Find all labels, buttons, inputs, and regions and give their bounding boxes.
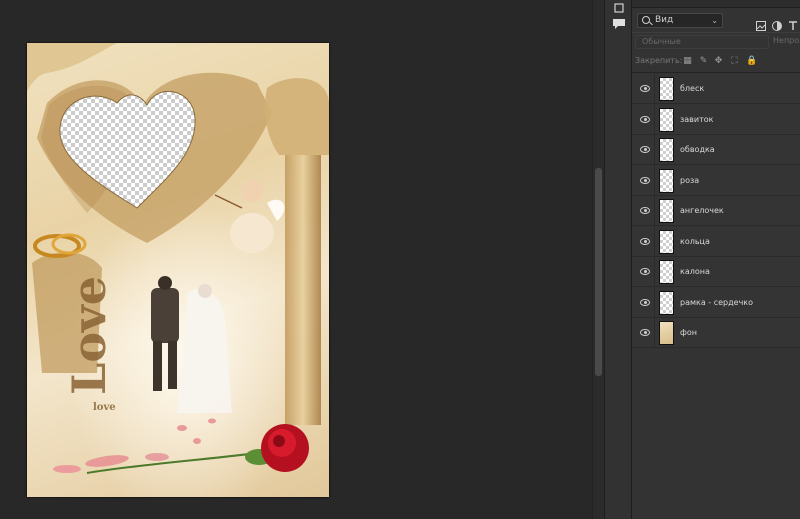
layer-name: ангелочек <box>680 206 724 215</box>
layer-thumbnail <box>659 290 674 315</box>
layer-thumbnail <box>659 229 674 254</box>
layer-filter-row: Вид ⌄ <box>632 9 800 33</box>
lock-image-pixels-icon[interactable]: ✎ <box>699 57 708 66</box>
layer-thumbnail <box>659 138 674 162</box>
visibility-eye-icon[interactable] <box>640 268 650 275</box>
layer-thumbnail <box>659 199 674 223</box>
visibility-eye-icon[interactable] <box>640 237 650 245</box>
lock-position-icon[interactable]: ✥ <box>714 57 723 66</box>
lock-label: Закрепить: <box>635 56 683 65</box>
layers-panel: Вид ⌄ Обычные Непрозр Закрепить: ▦ ✎ ✥ ⛶… <box>632 0 800 519</box>
history-icon[interactable] <box>611 2 627 16</box>
blend-mode-value: Обычные <box>642 37 681 46</box>
lock-transparent-pixels-icon[interactable]: ▦ <box>683 57 692 66</box>
filter-adjustment-icon[interactable] <box>772 21 782 31</box>
layer-list: блеск завиток обводка роза ангелочек кол… <box>632 74 800 349</box>
layer-row[interactable]: обводка <box>632 135 800 165</box>
panel-dock-column <box>604 0 632 519</box>
visibility-eye-icon[interactable] <box>640 115 650 123</box>
layer-thumbnail <box>659 168 674 193</box>
chevron-down-icon: ⌄ <box>711 16 718 25</box>
layer-name: калона <box>680 267 710 276</box>
visibility-eye-icon[interactable] <box>640 176 650 184</box>
layer-filter-value: Вид <box>655 15 674 25</box>
lock-artboard-icon[interactable]: ⛶ <box>730 57 739 66</box>
blend-row: Обычные Непрозр <box>632 33 800 51</box>
layer-row[interactable]: роза <box>632 165 800 196</box>
comments-icon[interactable] <box>611 17 627 31</box>
layer-row[interactable]: ангелочек <box>632 196 800 226</box>
lock-all-icon[interactable]: 🔒 <box>746 57 757 66</box>
canvas-vertical-scrollbar[interactable] <box>592 0 604 519</box>
layer-row[interactable]: завиток <box>632 104 800 135</box>
layer-name: рамка - сердечко <box>680 297 754 307</box>
blend-mode-select[interactable]: Обычные <box>635 35 769 49</box>
layer-thumbnail <box>659 77 674 101</box>
layer-thumbnail <box>659 107 674 132</box>
canvas-area[interactable]: Love love <box>0 0 592 519</box>
visibility-eye-icon[interactable] <box>640 207 650 214</box>
layer-name: фон <box>680 328 697 337</box>
layer-filter-select[interactable]: Вид ⌄ <box>637 13 723 28</box>
panel-tab-strip <box>632 0 800 8</box>
layer-thumbnail <box>659 260 674 284</box>
layer-row[interactable]: фон <box>632 318 800 348</box>
layer-name: роза <box>680 175 700 185</box>
layer-row[interactable]: калона <box>632 257 800 287</box>
scrollbar-thumb[interactable] <box>595 168 602 376</box>
search-icon <box>642 16 650 24</box>
layer-name: блеск <box>680 84 705 93</box>
visibility-eye-icon[interactable] <box>640 146 650 153</box>
opacity-label: Непрозр <box>773 36 800 45</box>
filter-type-icon[interactable] <box>788 21 798 31</box>
layer-name: завиток <box>680 114 714 124</box>
visibility-eye-icon[interactable] <box>640 298 650 306</box>
layer-row[interactable]: кольца <box>632 226 800 257</box>
lock-row: Закрепить: ▦ ✎ ✥ ⛶ 🔒 <box>632 51 800 73</box>
visibility-eye-icon[interactable] <box>640 85 650 92</box>
layer-row[interactable]: блеск <box>632 74 800 104</box>
document-canvas[interactable]: Love love <box>27 43 329 497</box>
layer-thumbnail <box>659 321 674 345</box>
layer-name: обводка <box>680 145 715 154</box>
layer-name: кольца <box>680 236 710 246</box>
love-small-text: love <box>93 402 116 413</box>
layer-row[interactable]: рамка - сердечко <box>632 287 800 318</box>
document-artwork: Love love <box>27 43 329 497</box>
filter-pixel-icon[interactable] <box>756 21 766 31</box>
love-large-text: Love <box>62 276 116 395</box>
visibility-eye-icon[interactable] <box>640 329 650 336</box>
